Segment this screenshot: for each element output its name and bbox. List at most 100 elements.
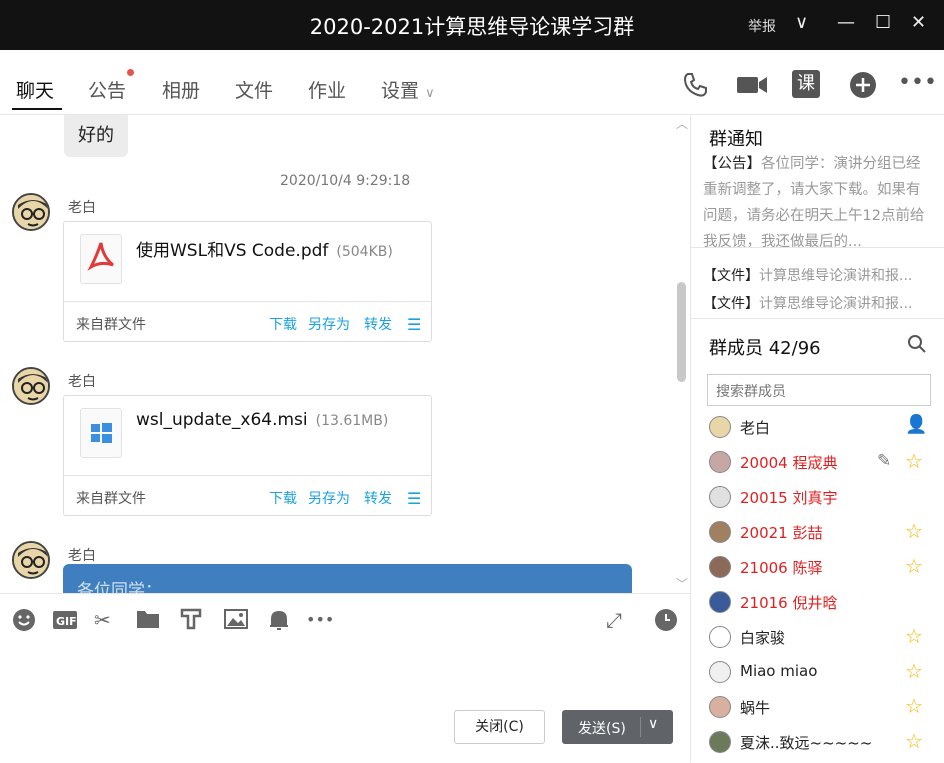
members-title: 群成员 42/96 — [709, 338, 821, 359]
title-bar: 2020-2021计算思维导论课学习群 举报 ∨ — ☐ ✕ — [0, 0, 944, 50]
member-row[interactable]: Miao miao ☆ — [691, 658, 944, 693]
note-icon[interactable] — [180, 608, 202, 635]
file-name-text: 使用WSL和VS Code.pdf — [136, 241, 329, 261]
member-name: 20015 刘真宇 — [740, 489, 838, 507]
save-as-link[interactable]: 另存为 — [308, 314, 350, 334]
download-link[interactable]: 下载 — [269, 314, 297, 334]
member-search-input[interactable]: 搜索群成员 — [707, 374, 931, 406]
sender-name: 老白 — [68, 200, 96, 216]
maximize-icon[interactable]: ☐ — [875, 12, 891, 33]
divider — [691, 318, 944, 319]
expand-icon[interactable]: ⤢ — [606, 608, 622, 632]
tab-announcement[interactable]: 公告 — [88, 76, 126, 103]
send-button[interactable]: 发送(S) ∨ — [562, 710, 673, 744]
notice-text[interactable]: 【公告】各位同学：演讲分组已经重新调整了，请大家下载。如果有问题，请务必在明天上… — [703, 151, 928, 255]
more-icon[interactable]: ••• — [898, 70, 937, 100]
file-notice-text: 计算思维导论演讲和报... — [759, 268, 913, 284]
star-icon: ☆ — [905, 694, 923, 718]
tab-homework[interactable]: 作业 — [308, 76, 346, 103]
active-tab-indicator — [12, 108, 62, 110]
file-source: 来自群文件 — [76, 491, 146, 507]
member-row[interactable]: 20021 彭喆 ☆ — [691, 518, 944, 553]
class-icon[interactable]: 课 — [792, 70, 822, 100]
history-icon[interactable] — [654, 608, 678, 637]
forward-link[interactable]: 转发 — [364, 314, 392, 334]
gif-icon[interactable]: GIF — [52, 608, 78, 637]
file-notice[interactable]: 【文件】计算思维导论演讲和报... — [703, 265, 912, 285]
search-icon[interactable] — [907, 334, 927, 359]
member-name: Miao miao — [740, 662, 818, 680]
input-area[interactable]: GIF ✂ ••• ⤢ 关闭(C) 发送(S) ∨ — [0, 593, 690, 762]
file-name-text: wsl_update_x64.msi — [136, 410, 308, 430]
member-name: 20004 程宬典 — [740, 454, 838, 472]
member-row[interactable]: 蜗牛 ☆ — [691, 693, 944, 728]
message-bubble: 好的 — [64, 115, 128, 157]
avatar[interactable] — [12, 367, 50, 405]
divider — [640, 717, 641, 737]
menu-icon[interactable]: ☰ — [407, 489, 421, 508]
tab-chat[interactable]: 聊天 — [16, 76, 54, 103]
member-row[interactable]: 21006 陈驿 ☆ — [691, 553, 944, 588]
member-row[interactable]: 21016 倪井晗 — [691, 588, 944, 623]
minimize-icon[interactable]: — — [837, 12, 855, 33]
avatar — [709, 521, 731, 543]
emoji-icon[interactable] — [12, 608, 36, 637]
avatar[interactable] — [12, 541, 50, 579]
more-icon[interactable]: ••• — [306, 610, 334, 629]
message-bubble: 各位同学： — [63, 564, 632, 593]
avatar — [709, 486, 731, 508]
chevron-down-icon[interactable]: ∨ — [795, 12, 808, 33]
download-link[interactable]: 下载 — [269, 488, 297, 508]
member-row[interactable]: 20015 刘真宇 — [691, 483, 944, 518]
member-row[interactable]: 20004 程宬典 ✎ ☆ — [691, 448, 944, 483]
file-card[interactable]: wsl_update_x64.msi (13.61MB) 来自群文件 下载 另存为… — [63, 395, 432, 516]
tab-album[interactable]: 相册 — [162, 76, 200, 103]
image-icon[interactable] — [224, 608, 248, 635]
scroll-down-icon[interactable]: ﹀ — [676, 575, 688, 592]
file-name[interactable]: wsl_update_x64.msi (13.61MB) — [136, 410, 388, 430]
member-row[interactable]: 夏沫..致远~~~~~ ☆ — [691, 728, 944, 763]
close-icon[interactable]: ✕ — [911, 12, 926, 33]
avatar — [709, 661, 731, 683]
file-tag: 【文件】 — [703, 268, 759, 284]
sender-name: 老白 — [68, 548, 96, 564]
chevron-down-icon: ∨ — [425, 86, 435, 101]
tab-settings[interactable]: 设置 ∨ — [381, 76, 435, 103]
chat-area[interactable]: 好的 2020/10/4 9:29:18 老白 使用WSL和VS Code.pd… — [0, 115, 690, 593]
notice-title: 群通知 — [709, 129, 763, 150]
tab-files[interactable]: 文件 — [235, 76, 273, 103]
scroll-up-icon[interactable]: ︿ — [676, 115, 688, 132]
video-icon[interactable] — [735, 70, 769, 100]
edit-icon[interactable]: ✎ — [877, 451, 891, 471]
sender-name: 老白 — [68, 374, 96, 390]
tab-bar: 聊天 公告 相册 文件 作业 设置 ∨ 课 ••• — [0, 50, 944, 115]
file-name[interactable]: 使用WSL和VS Code.pdf (504KB) — [136, 236, 393, 261]
star-icon: ☆ — [905, 449, 923, 473]
bell-icon[interactable] — [268, 608, 290, 637]
timestamp: 2020/10/4 9:29:18 — [280, 173, 411, 189]
member-row[interactable]: 白家骏 ☆ — [691, 623, 944, 658]
add-icon[interactable] — [848, 70, 878, 100]
avatar — [709, 626, 731, 648]
save-as-link[interactable]: 另存为 — [308, 488, 350, 508]
folder-icon[interactable] — [136, 608, 160, 635]
avatar[interactable] — [12, 193, 50, 231]
star-icon: ☆ — [905, 624, 923, 648]
chat-scrollbar[interactable] — [677, 282, 686, 382]
divider — [691, 247, 944, 248]
screenshot-icon[interactable]: ✂ — [94, 608, 111, 632]
member-name: 白家骏 — [740, 629, 786, 647]
svg-text:GIF: GIF — [56, 615, 77, 628]
avatar — [709, 731, 731, 753]
chevron-down-icon[interactable]: ∨ — [648, 716, 658, 732]
menu-icon[interactable]: ☰ — [407, 315, 421, 334]
file-tag: 【文件】 — [703, 296, 759, 312]
member-row[interactable]: 老白 👤 — [691, 413, 944, 448]
file-notice[interactable]: 【文件】计算思维导论演讲和报... — [703, 293, 912, 313]
close-button[interactable]: 关闭(C) — [454, 710, 545, 744]
call-icon[interactable] — [680, 70, 710, 100]
forward-link[interactable]: 转发 — [364, 488, 392, 508]
file-card[interactable]: 使用WSL和VS Code.pdf (504KB) 来自群文件 下载 另存为 转发… — [63, 221, 432, 342]
star-icon: ☆ — [905, 729, 923, 753]
report-button[interactable]: 举报 — [748, 16, 776, 36]
